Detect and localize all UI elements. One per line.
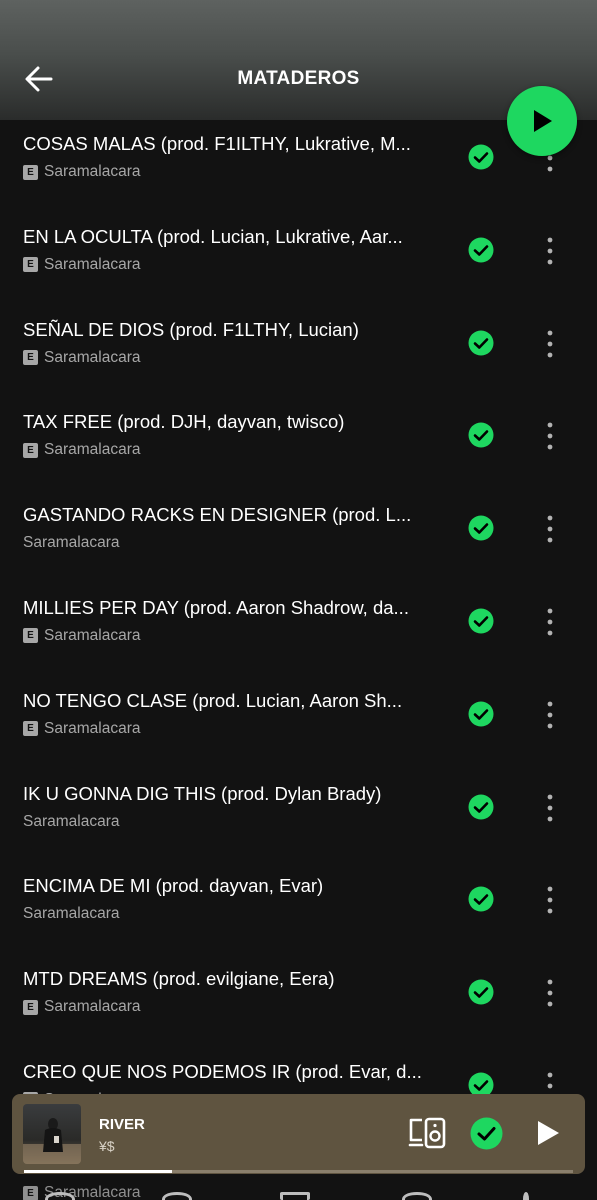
track-row[interactable]: GASTANDO RACKS EN DESIGNER (prod. L... Sa… — [0, 471, 597, 564]
play-icon — [538, 1121, 559, 1145]
downloaded-check-icon — [468, 701, 494, 727]
track-row[interactable]: MILLIES PER DAY (prod. Aaron Shadrow, da… — [0, 564, 597, 657]
downloaded-check-icon — [468, 979, 494, 1005]
explicit-badge: E — [23, 999, 38, 1015]
track-artist: Saramalacara — [23, 534, 120, 552]
track-artist: Saramalacara — [44, 719, 141, 737]
more-vertical-icon[interactable] — [540, 699, 560, 731]
play-button[interactable] — [507, 86, 577, 156]
search-icon[interactable] — [162, 1192, 192, 1200]
track-subtitle: E Saramalacara — [23, 163, 141, 181]
bottom-nav-peek: E Saramalacara — [0, 1174, 597, 1200]
now-playing-artist: ¥$ — [99, 1138, 115, 1154]
downloaded-check-icon — [468, 144, 494, 170]
more-vertical-icon[interactable] — [540, 513, 560, 545]
explicit-badge: E — [23, 1185, 38, 1200]
track-subtitle: E Saramalacara — [23, 998, 141, 1016]
downloaded-check-icon — [468, 422, 494, 448]
track-subtitle: E Saramalacara — [23, 349, 141, 367]
track-artist: Saramalacara — [44, 348, 141, 366]
track-artist: Saramalacara — [23, 812, 120, 830]
track-artist: Saramalacara — [23, 905, 120, 923]
track-title: SEÑAL DE DIOS (prod. F1LTHY, Lucian) — [23, 318, 359, 340]
more-vertical-icon[interactable] — [540, 792, 560, 824]
downloaded-check-icon — [468, 886, 494, 912]
track-title: EN LA OCULTA (prod. Lucian, Lukrative, A… — [23, 225, 403, 247]
more-vertical-icon[interactable] — [540, 328, 560, 360]
downloaded-check-icon — [468, 608, 494, 634]
track-artist: Saramalacara — [44, 163, 141, 180]
more-vertical-icon[interactable] — [540, 235, 560, 267]
check-circle-icon — [470, 1117, 503, 1150]
library-icon[interactable] — [280, 1192, 310, 1200]
track-artist: Saramalacara — [44, 998, 141, 1016]
play-icon — [534, 110, 552, 132]
track-artist: Saramalacara — [44, 255, 141, 273]
more-vertical-icon[interactable] — [540, 977, 560, 1009]
track-title: ENCIMA DE MI (prod. dayvan, Evar) — [23, 875, 324, 897]
header: MATADEROS — [0, 0, 597, 120]
downloaded-check-icon — [468, 330, 494, 356]
track-row[interactable]: NO TENGO CLASE (prod. Lucian, Aaron Sh..… — [0, 657, 597, 750]
track-title: MILLIES PER DAY (prod. Aaron Shadrow, da… — [23, 596, 409, 618]
track-row[interactable]: EN LA OCULTA (prod. Lucian, Lukrative, A… — [0, 193, 597, 286]
track-subtitle: E Saramalacara — [23, 720, 141, 738]
explicit-badge: E — [23, 442, 38, 458]
track-artist: Saramalacara — [44, 626, 141, 644]
track-row[interactable]: MTD DREAMS (prod. evilgiane, Eera) E Saram… — [0, 935, 597, 1028]
track-subtitle: E Saramalacara — [23, 256, 141, 274]
more-vertical-icon[interactable] — [540, 606, 560, 638]
track-title: NO TENGO CLASE (prod. Lucian, Aaron Sh..… — [23, 689, 403, 711]
track-row[interactable]: ENCIMA DE MI (prod. dayvan, Evar) Saramal… — [0, 842, 597, 935]
downloaded-check-icon — [468, 794, 494, 820]
partial-track-subtitle: E Saramalacara — [23, 1184, 141, 1200]
mini-play-button[interactable] — [532, 1118, 562, 1148]
more-vertical-icon[interactable] — [540, 420, 560, 452]
premium-icon[interactable] — [402, 1192, 432, 1200]
track-list: COSAS MALAS (prod. F1ILTHY, Lukrative, M… — [0, 100, 597, 1121]
track-title: COSAS MALAS (prod. F1ILTHY, Lukrative, M… — [23, 133, 411, 154]
progress-fill — [24, 1170, 173, 1173]
track-title: CREO QUE NOS PODEMOS IR (prod. Evar, d..… — [23, 1060, 422, 1082]
create-icon[interactable] — [523, 1192, 529, 1200]
track-title: IK U GONNA DIG THIS (prod. Dylan Brady) — [23, 782, 382, 804]
home-icon[interactable] — [45, 1192, 75, 1200]
mini-player[interactable]: RIVER ¥$ — [12, 1094, 585, 1174]
track-artist: Saramalacara — [44, 441, 141, 459]
more-vertical-icon[interactable] — [540, 884, 560, 916]
progress-bar[interactable] — [24, 1170, 573, 1173]
playlist-page: MATADEROS COSAS MALAS (prod. F1ILTHY, Lu… — [0, 0, 597, 1200]
explicit-badge: E — [23, 721, 38, 737]
page-title: MATADEROS — [237, 68, 360, 89]
track-title: TAX FREE (prod. DJH, dayvan, twisco) — [23, 411, 345, 433]
devices-button[interactable] — [408, 1116, 448, 1150]
track-row[interactable]: IK U GONNA DIG THIS (prod. Dylan Brady) S… — [0, 750, 597, 843]
downloaded-check-icon — [468, 237, 494, 263]
track-subtitle: E Saramalacara — [23, 627, 141, 645]
downloaded-check-icon — [468, 515, 494, 541]
track-subtitle: Saramalacara — [23, 813, 120, 831]
track-row[interactable]: SEÑAL DE DIOS (prod. F1LTHY, Lucian) E Sar… — [0, 286, 597, 379]
track-subtitle: Saramalacara — [23, 534, 120, 552]
now-playing-title: RIVER — [99, 1116, 145, 1133]
track-subtitle: E Saramalacara — [23, 441, 141, 459]
album-cover — [23, 1104, 81, 1164]
saved-button[interactable] — [470, 1117, 503, 1150]
devices-icon — [408, 1117, 446, 1149]
explicit-badge: E — [23, 257, 38, 273]
explicit-badge: E — [23, 164, 38, 180]
track-title: GASTANDO RACKS EN DESIGNER (prod. L... — [23, 504, 412, 526]
track-title: MTD DREAMS (prod. evilgiane, Eera) — [23, 968, 335, 990]
track-row[interactable]: TAX FREE (prod. DJH, dayvan, twisco) E Sar… — [0, 378, 597, 471]
explicit-badge: E — [23, 350, 38, 366]
explicit-badge: E — [23, 628, 38, 644]
track-subtitle: Saramalacara — [23, 905, 120, 923]
